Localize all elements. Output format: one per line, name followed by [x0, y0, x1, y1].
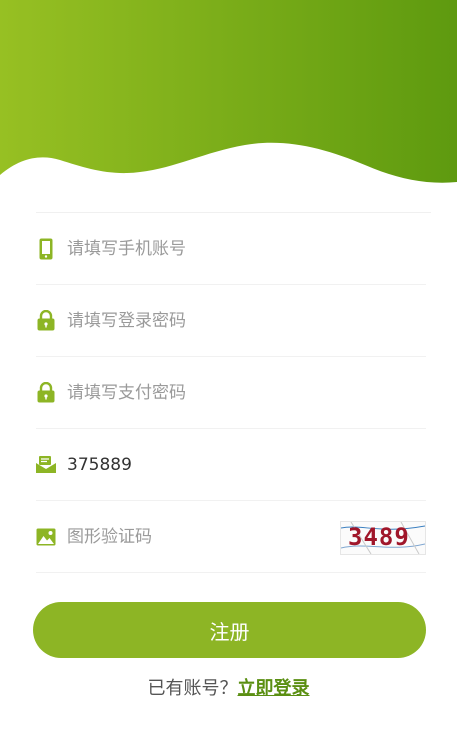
image-code-input[interactable] — [67, 521, 327, 552]
sms-code-row — [36, 429, 426, 501]
phone-input[interactable] — [67, 233, 327, 264]
login-password-input[interactable] — [67, 305, 327, 336]
mail-icon — [36, 454, 56, 476]
login-prompt: 已有账号？立即登录 — [0, 674, 457, 700]
captcha-text: 3489 — [348, 523, 410, 551]
pay-password-row — [36, 357, 426, 429]
lock-icon — [36, 382, 56, 404]
header-wave-banner — [0, 0, 457, 200]
pay-password-input[interactable] — [67, 377, 327, 408]
image-code-row: 3489 — [36, 501, 426, 573]
login-prompt-text: 已有账号？ — [147, 678, 238, 699]
captcha-image[interactable]: 3489 — [340, 521, 426, 555]
image-icon — [36, 526, 56, 548]
register-form: 3489 — [36, 212, 431, 573]
login-link[interactable]: 立即登录 — [238, 678, 310, 699]
lock-icon — [36, 310, 56, 332]
register-button[interactable]: 注册 — [33, 602, 426, 658]
phone-icon — [36, 238, 56, 260]
phone-row — [36, 213, 426, 285]
login-password-row — [36, 285, 426, 357]
sms-code-input[interactable] — [67, 449, 327, 480]
